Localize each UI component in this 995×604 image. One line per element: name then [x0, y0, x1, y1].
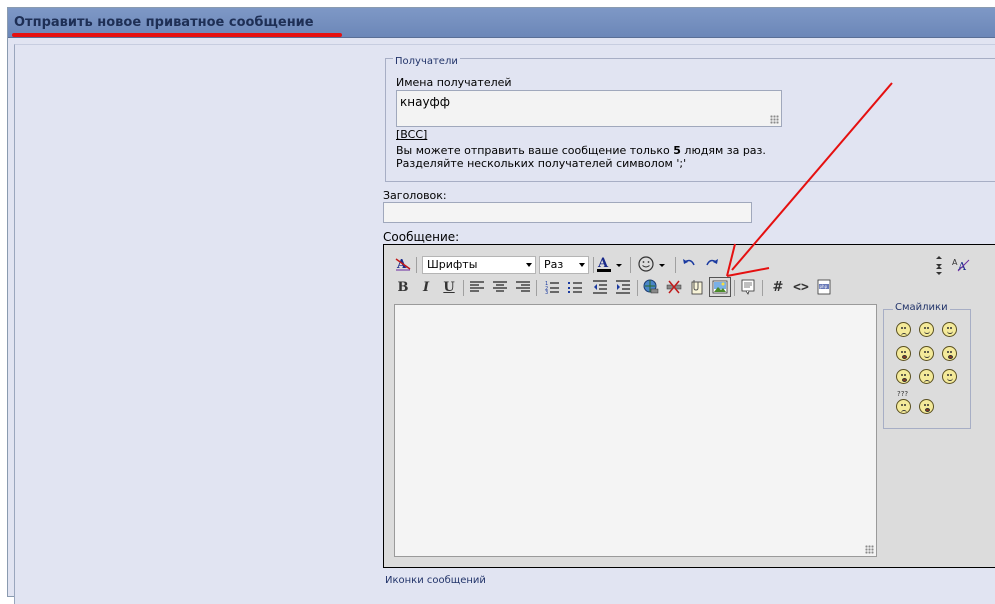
- toolbar-separator: [593, 257, 594, 273]
- bcc-link[interactable]: [BCC]: [396, 128, 427, 141]
- recipient-limit-info: Вы можете отправить ваше сообщение тольк…: [396, 144, 766, 157]
- remove-link-icon[interactable]: [664, 278, 684, 296]
- remove-format-icon[interactable]: A: [393, 255, 413, 273]
- confused-smiley-icon[interactable]: [919, 369, 934, 384]
- switch-mode-icon[interactable]: AA: [951, 255, 971, 273]
- recipient-names-value: кнауфф: [400, 95, 451, 109]
- big-grin-smiley-icon[interactable]: [896, 346, 911, 361]
- toolbar-separator: [463, 280, 464, 296]
- text-color-icon[interactable]: A: [595, 255, 625, 273]
- font-select[interactable]: Шрифты: [422, 256, 536, 274]
- font-select-value: Шрифты: [427, 258, 478, 271]
- size-select[interactable]: Раз: [539, 256, 589, 274]
- toolbar-separator: [416, 257, 417, 273]
- quote-icon[interactable]: [738, 278, 758, 296]
- eek-smiley-icon[interactable]: [896, 369, 911, 384]
- toolbar-separator: [762, 280, 763, 296]
- wink-smiley-icon[interactable]: [942, 369, 957, 384]
- limit-text-post: людям за раз.: [680, 144, 766, 157]
- outdent-icon[interactable]: [590, 278, 610, 296]
- toolbar-separator: [630, 257, 631, 273]
- recipient-names-label: Имена получателей: [396, 76, 512, 89]
- redface-smiley-icon[interactable]: [919, 399, 934, 414]
- toolbar-separator: [734, 280, 735, 296]
- subject-input[interactable]: [383, 202, 752, 223]
- code-button[interactable]: <>: [791, 278, 811, 296]
- php-code-icon[interactable]: php: [814, 278, 834, 296]
- smile-smiley-icon[interactable]: [919, 346, 934, 361]
- recipient-separator-info: Разделяйте нескольких получателей символ…: [396, 157, 687, 170]
- svg-text:3: 3: [545, 290, 548, 294]
- message-textarea[interactable]: [394, 304, 877, 557]
- italic-button[interactable]: I: [416, 278, 436, 296]
- insert-image-icon[interactable]: [709, 277, 731, 297]
- toolbar-separator: [637, 280, 638, 296]
- ordered-list-icon[interactable]: 123: [542, 278, 562, 296]
- undo-icon[interactable]: [679, 255, 699, 273]
- frown-smiley-icon[interactable]: [896, 322, 911, 337]
- hash-button[interactable]: #: [768, 278, 788, 296]
- underline-button[interactable]: U: [439, 278, 459, 296]
- chevron-down-icon: [526, 263, 532, 267]
- redo-icon[interactable]: [702, 255, 722, 273]
- page-title: Отправить новое приватное сообщение: [14, 15, 314, 30]
- cool-smiley-icon[interactable]: [942, 322, 957, 337]
- insert-link-icon[interactable]: [641, 278, 661, 296]
- toolbar-separator: [675, 257, 676, 273]
- svg-text:php: php: [820, 284, 828, 289]
- resize-grip-icon[interactable]: [770, 115, 779, 124]
- chevron-down-icon: [579, 263, 585, 267]
- align-center-icon[interactable]: [490, 278, 510, 296]
- message-editor: A Шрифты Раз A AA B I U 123 # <> php Сма…: [383, 244, 995, 568]
- indent-icon[interactable]: [613, 278, 633, 296]
- bold-button[interactable]: B: [393, 278, 413, 296]
- teeth-smiley-icon[interactable]: [942, 346, 957, 361]
- recipients-legend: Получатели: [393, 56, 460, 67]
- resize-editor-icon[interactable]: [935, 255, 943, 277]
- smiley-picker-icon[interactable]: [636, 255, 670, 273]
- size-select-value: Раз: [544, 258, 564, 271]
- question-smiley-icon[interactable]: [896, 399, 911, 414]
- subject-label: Заголовок:: [383, 189, 447, 202]
- unordered-list-icon[interactable]: [565, 278, 585, 296]
- limit-count: 5: [673, 144, 681, 157]
- align-right-icon[interactable]: [513, 278, 533, 296]
- smilies-legend: Смайлики: [893, 302, 950, 313]
- toolbar-separator: [536, 280, 537, 296]
- annotation-underline: [12, 33, 342, 37]
- recipient-names-field[interactable]: кнауфф: [396, 90, 782, 127]
- align-left-icon[interactable]: [467, 278, 487, 296]
- limit-text-pre: Вы можете отправить ваше сообщение тольк…: [396, 144, 674, 157]
- svg-text:A: A: [396, 257, 407, 271]
- svg-text:A: A: [597, 256, 609, 271]
- message-label: Сообщение:: [383, 230, 460, 244]
- resize-grip-icon[interactable]: [865, 545, 874, 554]
- rolleyes-smiley-icon[interactable]: [919, 322, 934, 337]
- attachment-icon[interactable]: [687, 278, 707, 296]
- question-marks-icon: ???: [897, 390, 909, 398]
